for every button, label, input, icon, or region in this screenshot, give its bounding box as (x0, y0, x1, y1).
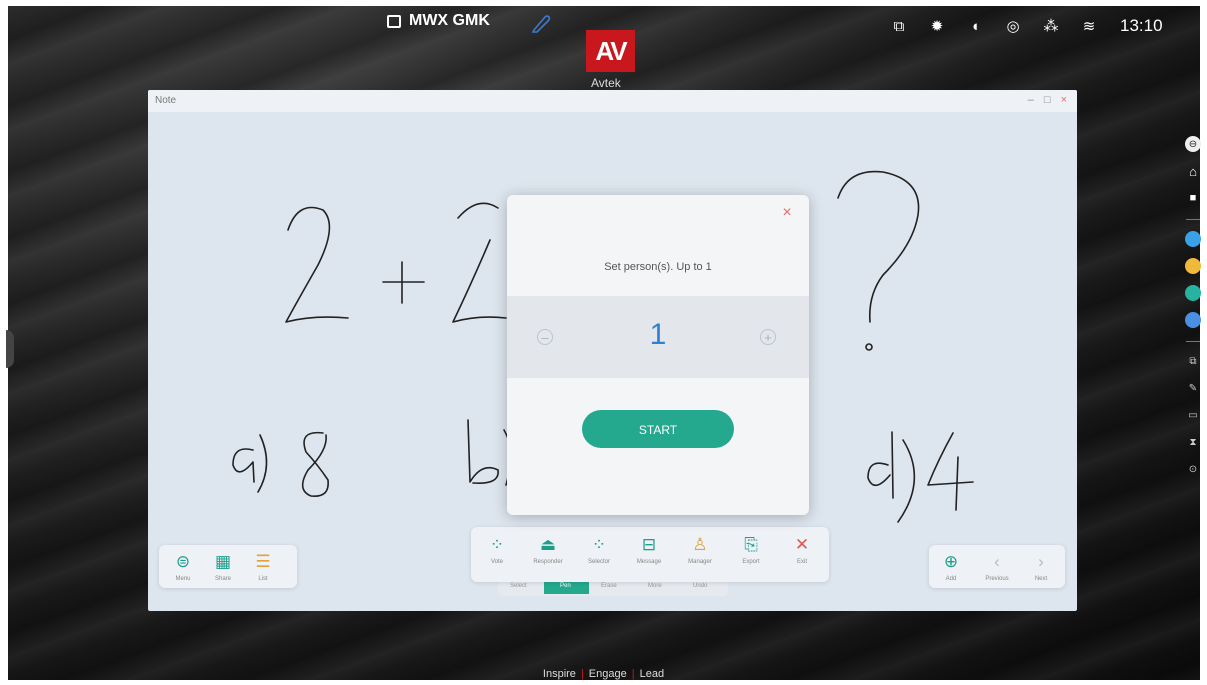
pen-icon[interactable] (530, 12, 552, 34)
left-toolbar: ⊜ Menu ▦ Share ☰ List (159, 545, 297, 588)
monitor-icon (387, 14, 401, 28)
share-button[interactable]: ▦ Share (203, 552, 243, 582)
list-button[interactable]: ☰ List (243, 552, 283, 582)
stroke-a-paren (257, 434, 268, 493)
next-icon: › (1038, 552, 1044, 571)
previous-page-button[interactable]: ‹ Previous (977, 552, 1017, 582)
stroke-question (837, 170, 920, 323)
dock-separator (1186, 341, 1200, 342)
responder-icon: ⏏ (539, 535, 557, 554)
back-icon[interactable]: ⊖ (1185, 136, 1201, 152)
clock: 13:10 (1120, 16, 1163, 35)
stroke-digit-2-second (452, 202, 507, 323)
brand-tagline: Inspire | Engage | Lead (542, 668, 665, 680)
menu-icon: ⊜ (175, 552, 191, 571)
export-button[interactable]: ⎘ Export (731, 535, 771, 565)
manager-icon: ♙ (692, 535, 708, 554)
undo-tool[interactable]: Undo (693, 583, 707, 589)
left-drawer-handle[interactable] (6, 330, 14, 368)
wifi-icon[interactable]: ≋ (1080, 17, 1098, 35)
exit-button[interactable]: ✕ Exit (782, 535, 822, 565)
previous-icon: ‹ (994, 552, 1000, 571)
side-dock: ⊖ ⌂ ■ ⧉ ✎ ▭ ⧗ ⊙ (1182, 136, 1204, 488)
brightness-icon[interactable]: ✹ (928, 17, 946, 35)
add-page-icon: ⊕ (943, 552, 959, 571)
exit-icon: ✕ (794, 535, 810, 554)
selector-icon: ⁘ (591, 535, 607, 554)
brand-logo: AV (586, 30, 635, 72)
menu-button[interactable]: ⊜ Menu (163, 552, 203, 582)
vote-button[interactable]: ⁘ Vote (477, 535, 517, 565)
dialog-message: Set person(s). Up to 1 (604, 261, 712, 273)
timer-icon[interactable]: ⧗ (1185, 434, 1201, 450)
selector-dialog: × Set person(s). Up to 1 – 1 + START (507, 195, 809, 515)
pen-tool[interactable]: Pen (560, 583, 571, 589)
stroke-a (232, 448, 255, 483)
frame-bottom (0, 680, 1207, 685)
source-icon[interactable]: ◎ (1004, 17, 1022, 35)
person-count-stepper: – 1 + (507, 296, 809, 378)
folder-app-icon[interactable] (1185, 258, 1201, 274)
manager-button[interactable]: ♙ Manager (680, 535, 720, 565)
screenshot-icon[interactable]: ⧉ (1185, 353, 1201, 369)
mirror-icon[interactable]: ▭ (1185, 407, 1201, 423)
next-page-button[interactable]: › Next (1021, 552, 1061, 582)
stroke-d (867, 431, 894, 499)
frame-top (0, 0, 1207, 6)
browser-app-icon[interactable] (1185, 285, 1201, 301)
dialog-close-button[interactable]: × (779, 205, 795, 221)
host-name: MWX GMK (409, 12, 490, 29)
stroke-four (927, 432, 974, 511)
erase-tool[interactable]: Erase (601, 583, 617, 589)
recent-apps-icon[interactable]: ■ (1185, 190, 1201, 206)
message-icon: ⊟ (641, 535, 657, 554)
message-button[interactable]: ⊟ Message (629, 535, 669, 565)
more-icon[interactable]: ⊙ (1185, 461, 1201, 477)
chat-app-icon[interactable] (1185, 231, 1201, 247)
selector-button[interactable]: ⁘ Selector (579, 535, 619, 565)
vote-icon: ⁘ (489, 535, 505, 554)
increment-button[interactable]: + (760, 329, 776, 345)
host-label[interactable]: MWX GMK (387, 12, 490, 30)
stroke-b (467, 419, 499, 485)
system-tray: ⧉ ✹ ◖ ◎ ⁂ ≋ 13:10 (890, 16, 1163, 36)
responder-button[interactable]: ⏏ Responder (528, 535, 568, 565)
network-icon[interactable]: ⁂ (1042, 17, 1060, 35)
add-page-button[interactable]: ⊕ Add (931, 552, 971, 582)
volume-icon[interactable]: ◖ (966, 17, 984, 35)
stroke-digit-2 (285, 206, 349, 323)
screen-share-icon[interactable]: ⧉ (890, 17, 908, 35)
dock-separator (1186, 219, 1200, 220)
stroke-plus (382, 261, 425, 304)
stroke-question-dot (865, 343, 873, 351)
right-toolbar: ⊕ Add ‹ Previous › Next (929, 545, 1065, 588)
qr-icon: ▦ (214, 552, 232, 571)
list-icon: ☰ (255, 552, 271, 571)
select-tool[interactable]: Select (510, 583, 527, 589)
start-button[interactable]: START (582, 410, 734, 448)
center-toolbar: ⁘ Vote ⏏ Responder ⁘ Selector ⊟ Message … (471, 527, 829, 582)
annotate-icon[interactable]: ✎ (1185, 380, 1201, 396)
home-icon[interactable]: ⌂ (1185, 163, 1201, 179)
stroke-d-paren (897, 439, 916, 523)
more-tool[interactable]: More (648, 583, 662, 589)
apps-grid-icon[interactable] (1185, 312, 1201, 328)
brand-logo-sub: Avtek (591, 76, 621, 90)
stroke-eight (301, 431, 329, 497)
export-icon: ⎘ (744, 535, 758, 554)
